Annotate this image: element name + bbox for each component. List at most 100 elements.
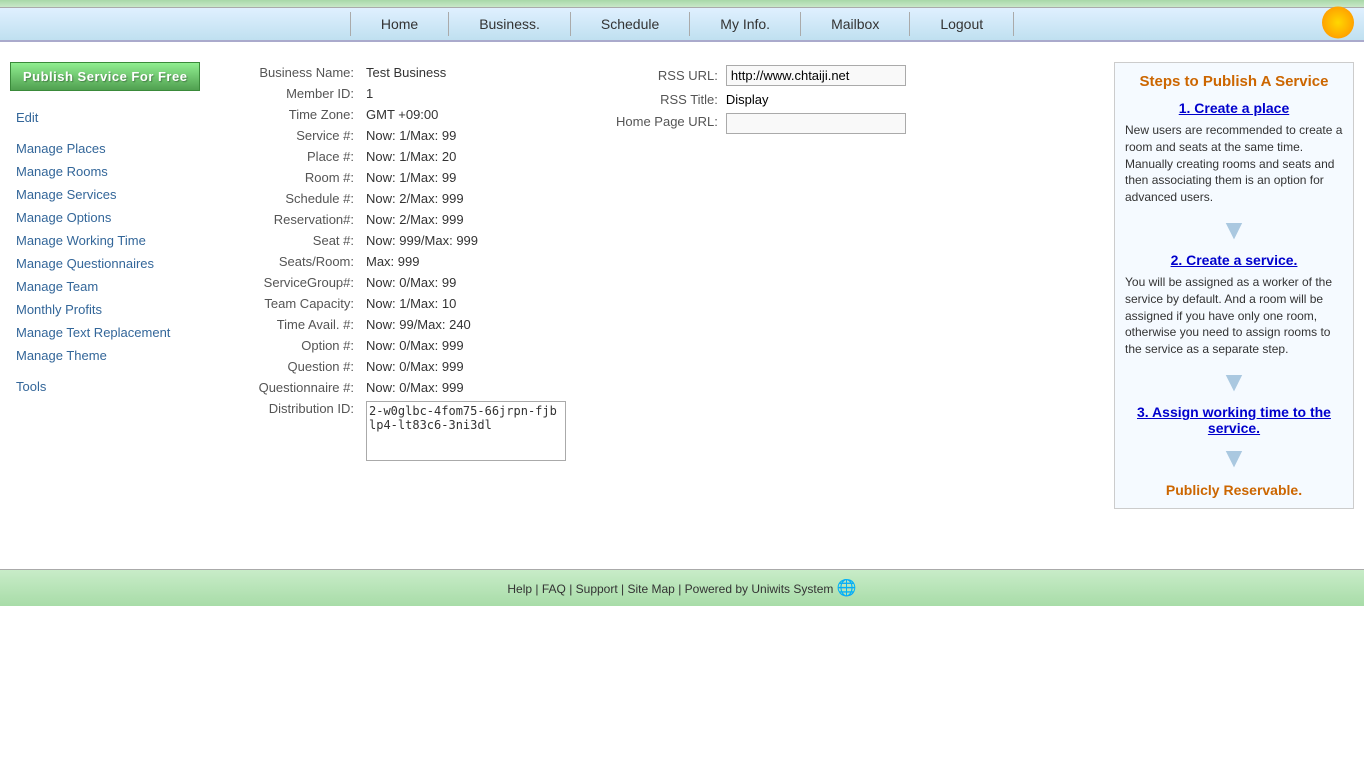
footer-faq[interactable]: FAQ: [542, 582, 566, 596]
footer-company[interactable]: Uniwits System: [751, 582, 833, 596]
rss-title-value: Display: [726, 92, 769, 107]
table-row: Questionnaire #: Now: 0/Max: 999: [220, 377, 572, 398]
field-value: Now: 2/Max: 999: [360, 188, 572, 209]
field-value: Now: 0/Max: 999: [360, 335, 572, 356]
step3-link[interactable]: 3. Assign working time to the service.: [1125, 404, 1343, 436]
distribution-id-cell: 2-w0glbc-4fom75-66jrpn-fjblp4-lt83c6-3ni…: [360, 398, 572, 464]
home-page-value-cell: [722, 110, 910, 137]
publish-service-button[interactable]: Publish Service For Free: [10, 62, 200, 91]
table-row: Place #: Now: 1/Max: 20: [220, 146, 572, 167]
publicly-reservable: Publicly Reservable.: [1125, 482, 1343, 498]
sidebar-item-manage-text-replacement[interactable]: Manage Text Replacement: [10, 322, 210, 343]
field-label: Service #:: [220, 125, 360, 146]
steps-panel: Steps to Publish A Service 1. Create a p…: [1114, 62, 1354, 509]
field-value: Now: 1/Max: 99: [360, 125, 572, 146]
field-label: Reservation#:: [220, 209, 360, 230]
field-value: Now: 999/Max: 999: [360, 230, 572, 251]
field-label: Question #:: [220, 356, 360, 377]
content-row: Business Name: Test Business Member ID: …: [220, 62, 1104, 464]
sidebar-item-monthly-profits[interactable]: Monthly Profits: [10, 299, 210, 320]
sidebar-section-links: Manage Places Manage Rooms Manage Servic…: [10, 138, 210, 366]
footer-help[interactable]: Help: [507, 582, 532, 596]
field-value: Now: 0/Max: 999: [360, 356, 572, 377]
steps-title: Steps to Publish A Service: [1125, 73, 1343, 90]
sidebar-edit-link[interactable]: Edit: [10, 107, 210, 128]
footer-support[interactable]: Support: [576, 582, 618, 596]
step1-link[interactable]: 1. Create a place: [1125, 100, 1343, 116]
footer-sitemap[interactable]: Site Map: [627, 582, 674, 596]
top-bar: [0, 0, 1364, 8]
rss-info-section: RSS URL: RSS Title: Display Home Page UR…: [612, 62, 910, 137]
nav-schedule[interactable]: Schedule: [571, 12, 690, 36]
field-label: Member ID:: [220, 83, 360, 104]
table-row: Team Capacity: Now: 1/Max: 10: [220, 293, 572, 314]
field-value: Now: 0/Max: 99: [360, 272, 572, 293]
table-row: Reservation#: Now: 2/Max: 999: [220, 209, 572, 230]
nav-business[interactable]: Business.: [449, 12, 571, 36]
home-page-row: Home Page URL:: [612, 110, 910, 137]
table-row: Room #: Now: 1/Max: 99: [220, 167, 572, 188]
table-row: Seat #: Now: 999/Max: 999: [220, 230, 572, 251]
step1-desc: New users are recommended to create a ro…: [1125, 122, 1343, 206]
field-value: Now: 1/Max: 99: [360, 167, 572, 188]
sidebar-item-manage-services[interactable]: Manage Services: [10, 184, 210, 205]
table-row: Schedule #: Now: 2/Max: 999: [220, 188, 572, 209]
field-label: Time Zone:: [220, 104, 360, 125]
field-label: Seat #:: [220, 230, 360, 251]
step-arrow-2: ▼: [1125, 366, 1343, 398]
rss-url-input[interactable]: [726, 65, 906, 86]
nav-bar: Home Business. Schedule My Info. Mailbox…: [0, 8, 1364, 42]
field-label: Distribution ID:: [220, 398, 360, 464]
field-label: Option #:: [220, 335, 360, 356]
home-page-label: Home Page URL:: [612, 110, 722, 137]
business-info-section: Business Name: Test Business Member ID: …: [220, 62, 572, 464]
step2-desc: You will be assigned as a worker of the …: [1125, 274, 1343, 358]
table-row: Question #: Now: 0/Max: 999: [220, 356, 572, 377]
field-label: Room #:: [220, 167, 360, 188]
field-label: ServiceGroup#:: [220, 272, 360, 293]
field-value: Test Business: [360, 62, 572, 83]
distribution-id-text: 2-w0glbc-4fom75-66jrpn-fjblp4-lt83c6-3ni…: [366, 401, 566, 461]
center-content: Business Name: Test Business Member ID: …: [220, 62, 1104, 509]
rss-url-value-cell: [722, 62, 910, 89]
step-arrow-1: ▼: [1125, 214, 1343, 246]
field-label: Schedule #:: [220, 188, 360, 209]
main-container: Publish Service For Free Edit Manage Pla…: [0, 42, 1364, 529]
sidebar-item-manage-places[interactable]: Manage Places: [10, 138, 210, 159]
sidebar-item-manage-working-time[interactable]: Manage Working Time: [10, 230, 210, 251]
nav-logo: [1322, 7, 1354, 42]
field-label: Business Name:: [220, 62, 360, 83]
field-label: Team Capacity:: [220, 293, 360, 314]
field-value: Now: 1/Max: 10: [360, 293, 572, 314]
rss-table: RSS URL: RSS Title: Display Home Page UR…: [612, 62, 910, 137]
nav-home[interactable]: Home: [350, 12, 449, 36]
table-row: Member ID: 1: [220, 83, 572, 104]
nav-myinfo[interactable]: My Info.: [690, 12, 801, 36]
distribution-id-container: 2-w0glbc-4fom75-66jrpn-fjblp4-lt83c6-3ni…: [366, 401, 566, 461]
sidebar-item-manage-theme[interactable]: Manage Theme: [10, 345, 210, 366]
field-label: Time Avail. #:: [220, 314, 360, 335]
nav-logout[interactable]: Logout: [910, 12, 1014, 36]
business-info-table: Business Name: Test Business Member ID: …: [220, 62, 572, 464]
step-arrow-3: ▼: [1125, 442, 1343, 474]
sidebar-item-manage-rooms[interactable]: Manage Rooms: [10, 161, 210, 182]
field-value: Now: 99/Max: 240: [360, 314, 572, 335]
footer-globe-icon: 🌐: [837, 580, 857, 597]
field-value: Now: 0/Max: 999: [360, 377, 572, 398]
step2-link[interactable]: 2. Create a service.: [1125, 252, 1343, 268]
home-page-input[interactable]: [726, 113, 906, 134]
sidebar-item-manage-questionnaires[interactable]: Manage Questionnaires: [10, 253, 210, 274]
footer: Help | FAQ | Support | Site Map | Powere…: [0, 569, 1364, 606]
sidebar-item-manage-options[interactable]: Manage Options: [10, 207, 210, 228]
field-value: Now: 2/Max: 999: [360, 209, 572, 230]
table-row: ServiceGroup#: Now: 0/Max: 99: [220, 272, 572, 293]
table-row: Business Name: Test Business: [220, 62, 572, 83]
field-value: Max: 999: [360, 251, 572, 272]
sidebar-tools[interactable]: Tools: [10, 376, 210, 397]
field-value: GMT +09:00: [360, 104, 572, 125]
field-value: Now: 1/Max: 20: [360, 146, 572, 167]
sidebar-item-manage-team[interactable]: Manage Team: [10, 276, 210, 297]
table-row: Service #: Now: 1/Max: 99: [220, 125, 572, 146]
nav-mailbox[interactable]: Mailbox: [801, 12, 910, 36]
field-label: Place #:: [220, 146, 360, 167]
